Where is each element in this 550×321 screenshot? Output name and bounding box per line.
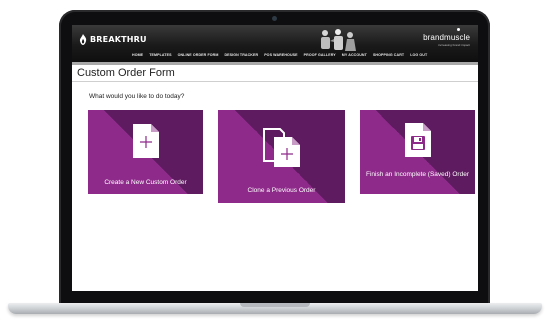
partner-name: brandmuscle [423,33,470,42]
flame-icon [79,34,87,45]
brandmuscle-pin-icon [457,28,460,31]
page-title: Custom Order Form [77,67,175,79]
laptop-base-notch [240,303,310,307]
brand-name: BREAKTHRU [90,35,147,44]
nav-templates[interactable]: TEMPLATES [149,53,171,57]
nav-pos-warehouse[interactable]: POS WAREHOUSE [264,53,297,57]
page-prompt: What would you like to do today? [89,93,185,100]
finish-saved-order-card[interactable]: Finish an Incomplete (Saved) Order [360,110,475,194]
nav-shopping-cart[interactable]: SHOPPING CART [373,53,404,57]
laptop-mockup: BREAKTHRU brandmuscle increasing brand i… [0,0,550,321]
partner-tagline: increasing brand impact [438,43,470,47]
title-divider [72,81,478,82]
nav-home[interactable]: HOME [132,53,143,57]
webcam [272,16,277,21]
brandmuscle-logo: brandmuscle increasing brand impact [423,28,470,47]
browser-screen: BREAKTHRU brandmuscle increasing brand i… [72,25,478,291]
nav-online-order-form[interactable]: ONLINE ORDER FORM [178,53,219,57]
site-header: BREAKTHRU brandmuscle increasing brand i… [72,25,478,65]
nav-design-tracker[interactable]: DESIGN TRACKER [224,53,258,57]
create-new-order-label: Create a New Custom Order [104,179,187,186]
nav-my-account[interactable]: MY ACCOUNT [342,53,367,57]
create-new-order-card[interactable]: Create a New Custom Order [88,110,203,194]
nav-proof-gallery[interactable]: PROOF GALLERY [304,53,336,57]
new-document-icon [132,124,159,158]
finish-saved-order-label: Finish an Incomplete (Saved) Order [366,171,469,178]
nav-log-out[interactable]: LOG OUT [410,53,427,57]
clone-document-icon [262,128,300,167]
clone-previous-order-label: Clone a Previous Order [247,187,316,194]
clone-previous-order-card[interactable]: Clone a Previous Order [218,110,345,203]
main-nav: HOME TEMPLATES ONLINE ORDER FORM DESIGN … [132,53,427,57]
breakthru-logo[interactable]: BREAKTHRU [79,34,147,45]
saved-document-icon [404,123,431,157]
